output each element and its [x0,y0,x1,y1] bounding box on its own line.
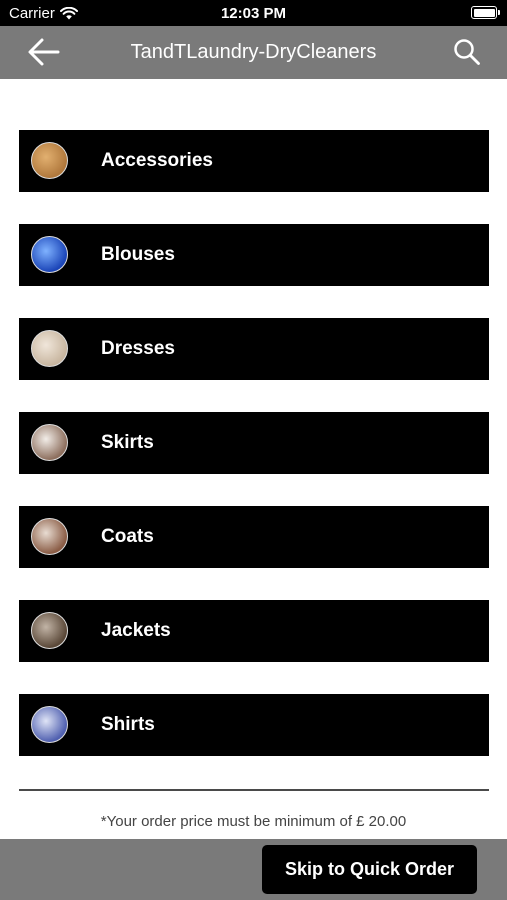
battery-icon [471,6,500,19]
category-thumbnail [31,236,68,273]
category-thumbnail [31,424,68,461]
category-item-dresses[interactable]: Dresses [19,318,489,380]
category-item-skirts[interactable]: Skirts [19,412,489,474]
category-label: Shirts [101,714,155,735]
category-thumbnail [31,612,68,649]
category-item-blouses[interactable]: Blouses [19,224,489,286]
category-label: Blouses [101,244,175,265]
min-order-note: *Your order price must be minimum of £ 2… [100,813,407,830]
category-item-shirts[interactable]: Shirts [19,694,489,756]
category-item-accessories[interactable]: Accessories [19,130,489,192]
search-icon [454,39,480,65]
page-title: TandTLaundry-DryCleaners [130,41,377,63]
status-bar: Carrier 12:03 PM [0,0,507,26]
category-item-jackets[interactable]: Jackets [19,600,489,662]
category-label: Coats [101,526,154,547]
category-label: Skirts [101,432,154,453]
category-label: Jackets [101,620,171,641]
nav-bar: TandTLaundry-DryCleaners [0,26,507,79]
category-label: Accessories [101,150,213,171]
category-thumbnail [31,330,68,367]
category-item-coats[interactable]: Coats [19,506,489,568]
category-list: Accessories Blouses Dresses Skirts Coats Jack… [19,130,489,788]
bottom-bar: Skip to Quick Order [0,839,507,900]
status-time: 12:03 PM [220,5,287,22]
divider [19,789,489,791]
search-button[interactable] [453,38,481,66]
category-thumbnail [31,518,68,555]
category-label: Dresses [101,338,175,359]
category-thumbnail [31,142,68,179]
back-button[interactable] [26,37,62,67]
arrow-left-icon [28,38,60,66]
skip-to-quick-order-button[interactable]: Skip to Quick Order [262,845,477,894]
category-thumbnail [31,706,68,743]
